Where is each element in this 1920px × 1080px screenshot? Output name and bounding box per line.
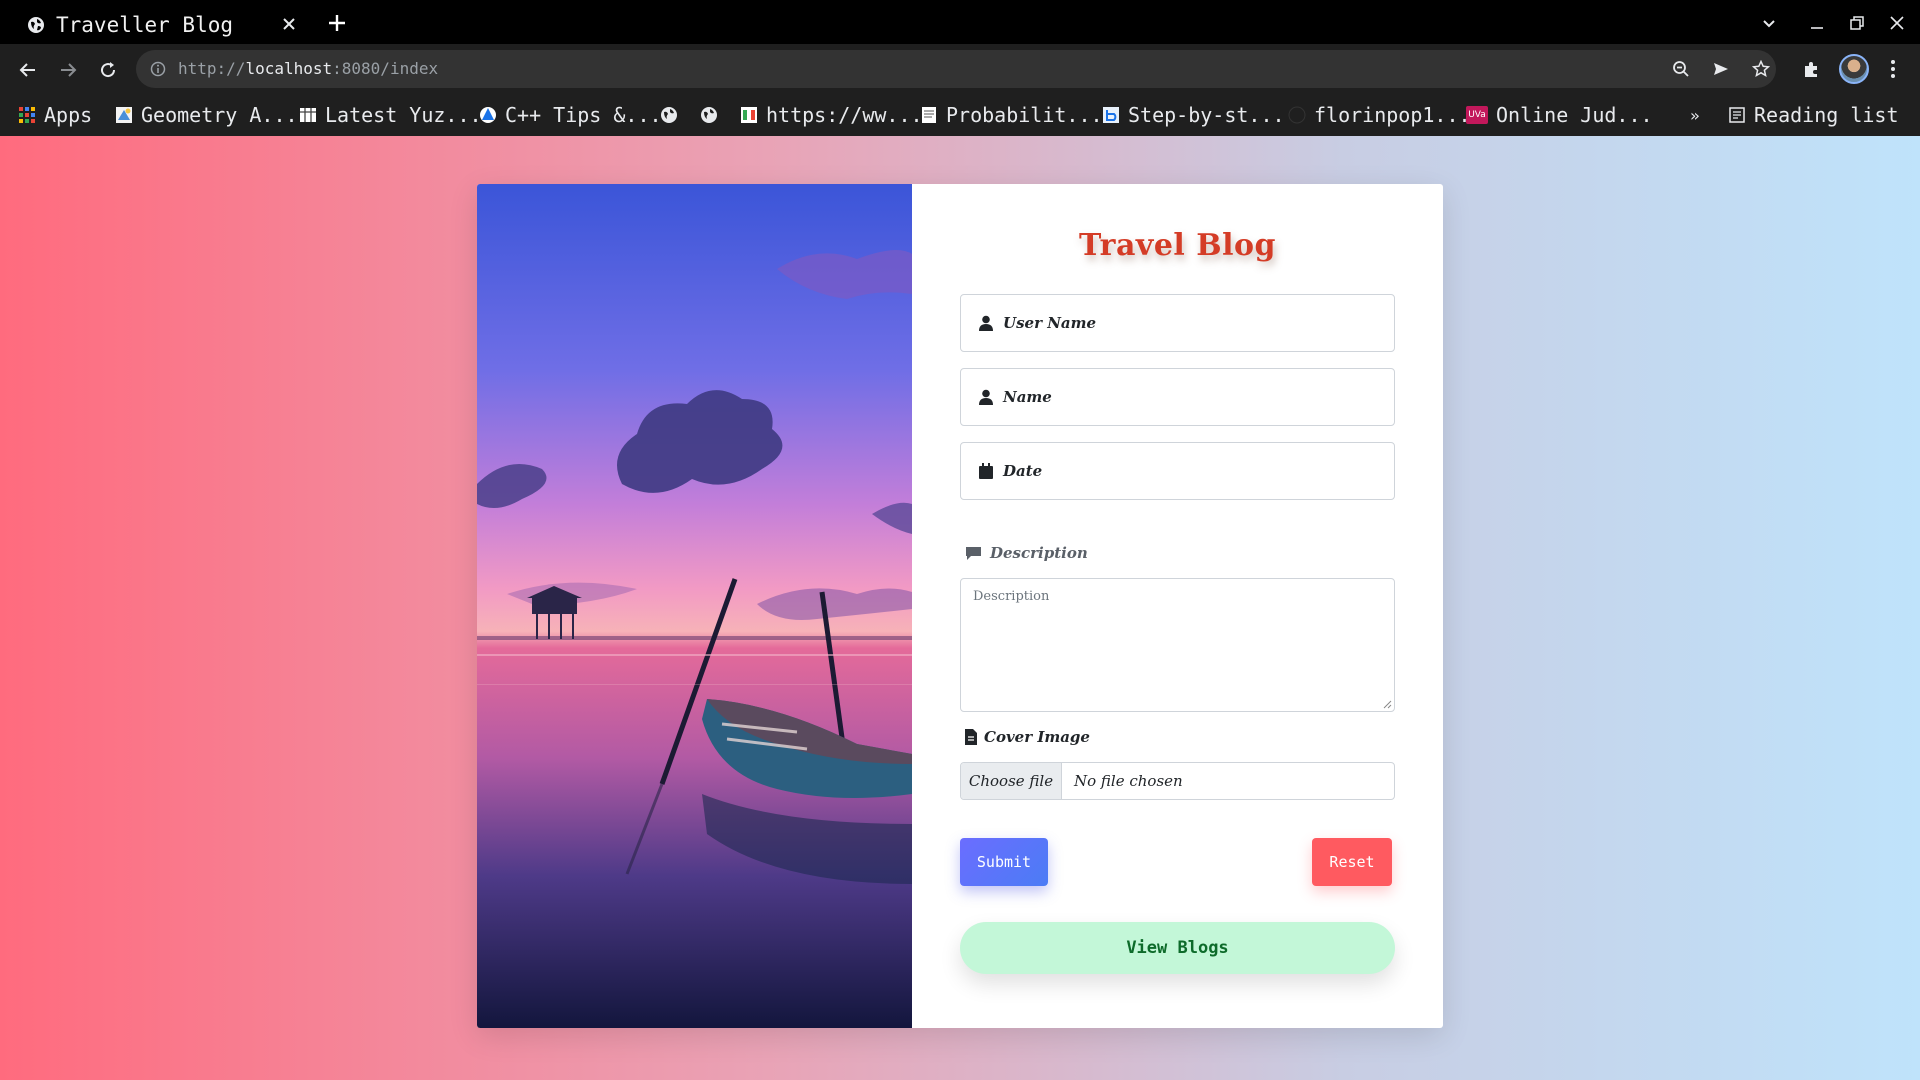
uva-icon: UVa xyxy=(1466,106,1488,124)
resize-grip-icon[interactable] xyxy=(1382,699,1392,709)
bookmark-globe-2[interactable] xyxy=(700,100,726,130)
extensions-icon[interactable] xyxy=(1799,56,1825,82)
page-title: Travel Blog xyxy=(1079,228,1276,263)
bookmark-probability[interactable]: Probabilit... xyxy=(920,100,1103,130)
user-icon xyxy=(977,314,995,332)
site-info-icon[interactable] xyxy=(148,59,168,79)
reading-list-button[interactable]: Reading list xyxy=(1728,100,1899,130)
browser-tab[interactable]: Traveller Blog xyxy=(10,5,310,44)
bookmark-favicon-icon xyxy=(299,106,317,124)
bookmark-favicon-icon xyxy=(1102,106,1120,124)
tab-search-chevron-icon[interactable] xyxy=(1756,10,1782,36)
bookmark-latest-yuz[interactable]: Latest Yuz... xyxy=(299,100,482,130)
description-textarea[interactable]: Description xyxy=(960,578,1395,712)
view-blogs-button[interactable]: View Blogs xyxy=(960,922,1395,974)
new-tab-icon[interactable] xyxy=(324,10,350,36)
sunset-boat-photo xyxy=(477,184,912,1028)
github-icon xyxy=(1288,106,1306,124)
bookmark-favicon-icon xyxy=(920,106,938,124)
bookmark-label: Latest Yuz... xyxy=(325,103,482,127)
reading-list-icon xyxy=(1728,106,1746,124)
bookmark-geometry[interactable]: Geometry A... xyxy=(115,100,298,130)
reload-icon[interactable] xyxy=(94,56,122,84)
date-input[interactable]: Date xyxy=(960,442,1395,500)
blog-form: Travel Blog User Name Name Date Descript… xyxy=(912,184,1443,1028)
bookmarks-overflow-chevron[interactable]: » xyxy=(1690,100,1700,130)
calendar-icon xyxy=(977,462,995,480)
send-to-device-icon[interactable] xyxy=(1710,58,1732,80)
bookmark-label: Step-by-st... xyxy=(1128,103,1285,127)
bookmark-label: florinpop1... xyxy=(1314,103,1471,127)
date-placeholder: Date xyxy=(1003,462,1043,480)
minimize-icon[interactable] xyxy=(1804,10,1830,36)
bookmark-step-by-step[interactable]: Step-by-st... xyxy=(1102,100,1285,130)
description-label-row: Description xyxy=(964,544,1088,562)
bookmark-https[interactable]: https://ww... xyxy=(740,100,923,130)
bookmark-favicon-icon xyxy=(740,106,758,124)
bookmarks-bar: Apps Geometry A... Latest Yuz... C++ Tip… xyxy=(0,94,1920,136)
page-background: Travel Blog User Name Name Date Descript… xyxy=(0,136,1920,1080)
bookmark-favicon-icon xyxy=(115,106,133,124)
comment-icon xyxy=(964,544,982,562)
choose-file-button[interactable]: Choose file xyxy=(961,763,1062,799)
name-input[interactable]: Name xyxy=(960,368,1395,426)
reset-button[interactable]: Reset xyxy=(1312,838,1392,886)
bookmark-label: https://ww... xyxy=(766,103,923,127)
bookmark-cpp-tips[interactable]: C++ Tips &... xyxy=(479,100,662,130)
file-status: No file chosen xyxy=(1074,772,1183,790)
cover-image-label-row: Cover Image xyxy=(964,728,1090,746)
globe-icon xyxy=(26,15,46,35)
bookmark-star-icon[interactable] xyxy=(1750,58,1772,80)
username-input[interactable]: User Name xyxy=(960,294,1395,352)
url-text: http://localhost:8080/index xyxy=(178,59,439,78)
bookmark-label: Online Jud... xyxy=(1496,103,1653,127)
blog-form-card: Travel Blog User Name Name Date Descript… xyxy=(477,184,1443,1028)
kebab-menu-icon[interactable] xyxy=(1880,56,1906,82)
browser-toolbar: http://localhost:8080/index xyxy=(0,44,1920,94)
bookmark-apps[interactable]: Apps xyxy=(18,100,92,130)
address-bar[interactable]: http://localhost:8080/index xyxy=(136,50,1776,88)
bookmark-label: Probabilit... xyxy=(946,103,1103,127)
reading-list-label: Reading list xyxy=(1754,103,1899,127)
cover-image-label: Cover Image xyxy=(984,728,1090,746)
close-window-icon[interactable] xyxy=(1884,10,1910,36)
cover-image-file-input[interactable]: Choose file No file chosen xyxy=(960,762,1395,800)
profile-avatar[interactable] xyxy=(1839,54,1869,84)
zoom-icon[interactable] xyxy=(1670,58,1692,80)
description-label: Description xyxy=(990,544,1088,562)
submit-button[interactable]: Submit xyxy=(960,838,1048,886)
bookmark-florinpop[interactable]: florinpop1... xyxy=(1288,100,1471,130)
user-icon xyxy=(977,388,995,406)
tab-title: Traveller Blog xyxy=(56,12,234,37)
bookmark-globe-1[interactable] xyxy=(660,100,686,130)
bookmark-label: Geometry A... xyxy=(141,103,298,127)
bookmark-favicon-icon xyxy=(479,106,497,124)
back-icon[interactable] xyxy=(14,56,42,84)
globe-icon xyxy=(660,106,678,124)
description-placeholder: Description xyxy=(973,589,1050,604)
restore-icon[interactable] xyxy=(1844,10,1870,36)
apps-grid-icon xyxy=(18,106,36,124)
name-placeholder: Name xyxy=(1003,388,1052,406)
close-tab-icon[interactable] xyxy=(278,13,300,35)
forward-icon[interactable] xyxy=(54,56,82,84)
globe-icon xyxy=(700,106,718,124)
username-placeholder: User Name xyxy=(1003,314,1097,332)
bookmark-online-judge[interactable]: UVa Online Jud... xyxy=(1466,100,1653,130)
bookmark-label: Apps xyxy=(44,103,93,127)
browser-tabstrip: Traveller Blog xyxy=(0,0,1920,44)
bookmark-label: C++ Tips &... xyxy=(505,103,662,127)
file-icon xyxy=(964,728,978,746)
